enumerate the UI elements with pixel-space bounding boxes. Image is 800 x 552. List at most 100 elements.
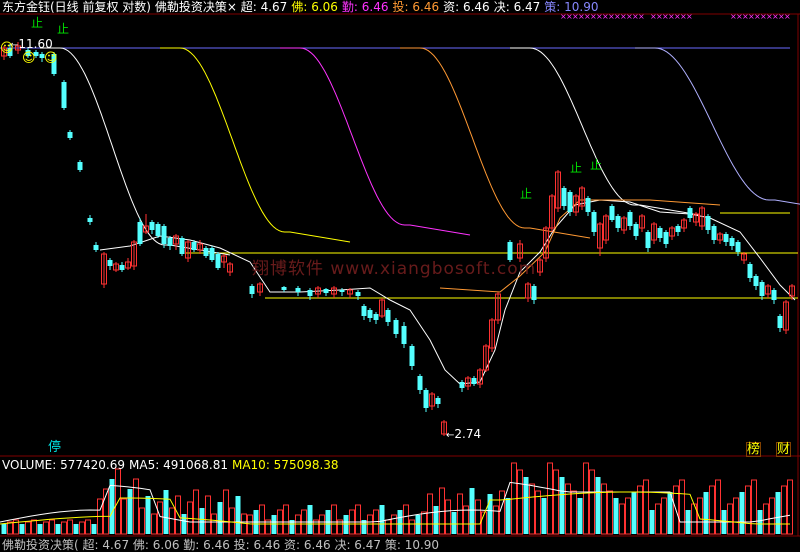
header-label: 勤:	[341, 0, 358, 14]
finance-badge[interactable]: 财	[776, 442, 792, 457]
volume-bar	[331, 504, 337, 535]
volume-bar	[49, 519, 55, 535]
header-label: 投:	[392, 0, 409, 14]
volume-bar	[109, 479, 115, 534]
header-item: 勤: 6.46	[342, 0, 389, 14]
volume-bar	[25, 521, 31, 535]
volume-bar	[139, 507, 145, 535]
header-label: 资:	[443, 0, 460, 14]
volume-bar	[241, 513, 247, 535]
volume-bar	[85, 519, 91, 535]
candle-body	[633, 224, 639, 236]
candle-body	[615, 216, 621, 228]
candle-body	[591, 212, 597, 232]
volume-bar	[457, 493, 463, 535]
suspend-badge[interactable]: 停	[48, 441, 61, 455]
volume-bar	[757, 510, 763, 534]
price-ma-line	[99, 199, 796, 385]
candle-body	[167, 238, 173, 246]
volume-bar	[235, 496, 241, 534]
volume-bar	[703, 492, 709, 534]
candle-body	[759, 282, 765, 296]
candle-body	[401, 326, 407, 344]
header-value: 6.46	[459, 0, 490, 14]
volume-bar	[37, 524, 43, 534]
candle-body	[705, 216, 711, 230]
volume-bar	[451, 512, 457, 534]
cross-mark: ×	[686, 12, 693, 21]
volume-item: VOLUME: 577420.69	[2, 458, 125, 472]
candle-body	[323, 289, 329, 293]
candle-body	[675, 226, 681, 232]
footer-indicator-values: 佛勒投资决策( 超: 4.67 佛: 6.06 勤: 6.46 投: 6.46 …	[2, 538, 440, 552]
indicator-curve	[510, 47, 701, 216]
volume-bar	[1, 524, 7, 534]
volume-bar	[157, 501, 163, 535]
candle-body	[361, 306, 367, 316]
candle-body	[567, 192, 573, 212]
candle-body	[281, 287, 287, 290]
candle-body	[645, 232, 651, 248]
candle-body	[155, 224, 161, 236]
volume-bar	[397, 510, 403, 534]
volume-bar	[595, 477, 601, 534]
candle-body	[367, 310, 373, 318]
volume-bar	[649, 510, 655, 534]
volume-bar	[547, 462, 553, 535]
volume-bar	[43, 521, 49, 535]
volume-bar	[529, 483, 535, 535]
volume-bar	[223, 489, 229, 535]
candle-body	[307, 290, 313, 296]
candle-body	[531, 286, 537, 300]
volume-bar	[631, 492, 637, 534]
candle-body	[777, 316, 783, 328]
volume-bar	[79, 521, 85, 535]
volume-bar	[193, 489, 199, 535]
volume-bar	[655, 503, 661, 535]
volume-bar	[73, 524, 79, 534]
ranking-badge[interactable]: 榜	[746, 442, 762, 457]
stop-mark: 止	[520, 187, 533, 201]
volume-bar	[409, 519, 415, 535]
volume-bar	[493, 505, 499, 535]
volume-label: MA10:	[231, 458, 270, 472]
volume-bar	[607, 490, 613, 535]
header-value: 6.46	[357, 0, 389, 14]
volume-bar	[613, 498, 619, 534]
header-value: 6.06	[307, 0, 338, 14]
volume-bar	[625, 497, 631, 535]
volume-bar	[709, 485, 715, 535]
volume-bar	[733, 497, 739, 535]
volume-bar	[679, 479, 685, 535]
volume-value: 577420.69	[56, 458, 126, 472]
candle-body	[771, 290, 777, 300]
volume-bar	[433, 506, 439, 534]
candle-body	[179, 238, 185, 254]
volume-bar	[403, 504, 409, 535]
volume-item: MA5: 491068.81	[129, 458, 228, 472]
candle-body	[87, 218, 93, 222]
volume-bar	[145, 496, 151, 534]
close-indicator-button[interactable]: ×	[227, 0, 237, 14]
candle-body	[747, 264, 753, 278]
volume-bar	[781, 485, 787, 535]
volume-bar	[199, 508, 205, 534]
volume-bar	[163, 490, 169, 534]
volume-bar	[259, 504, 265, 535]
volume-bar	[67, 519, 73, 535]
candle-body	[119, 265, 125, 270]
volume-bar	[469, 488, 475, 534]
volume-bar	[715, 479, 721, 535]
volume-bar	[637, 485, 643, 535]
header-item: 佛: 6.06	[291, 0, 338, 14]
volume-bar	[229, 507, 235, 535]
candle-body	[161, 226, 167, 244]
volume-bar	[745, 485, 751, 535]
volume-bar	[283, 504, 289, 535]
volume-bar	[247, 514, 253, 535]
candle-body	[435, 398, 441, 404]
volume-bar	[643, 479, 649, 535]
candle-body	[137, 222, 143, 244]
header-value: 4.67	[256, 0, 288, 14]
volume-bar	[499, 490, 505, 535]
